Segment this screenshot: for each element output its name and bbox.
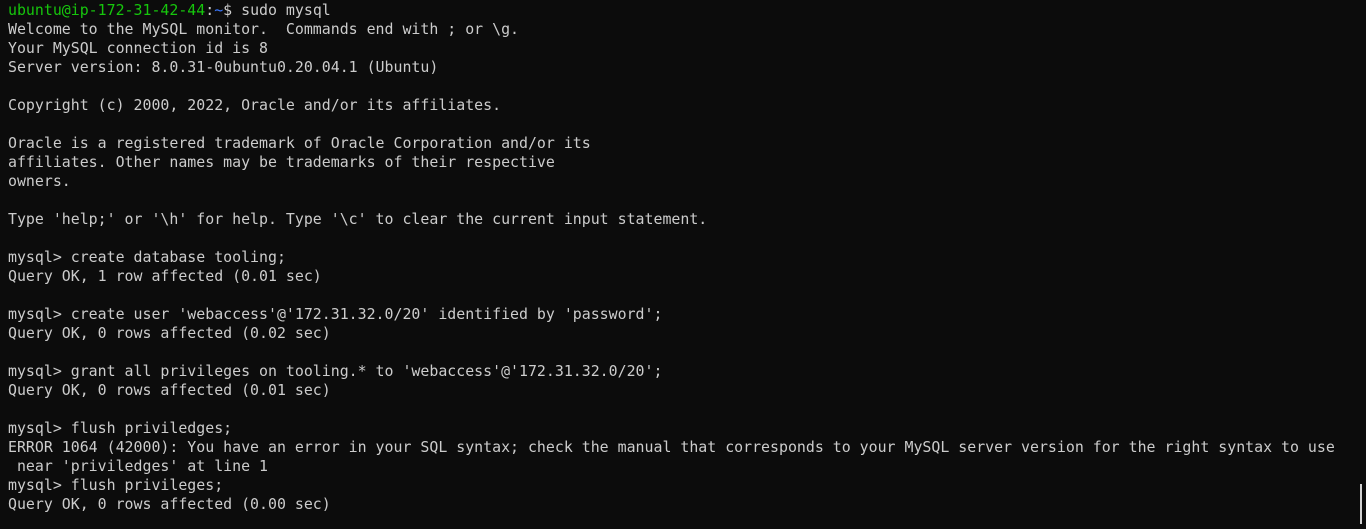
query-result-line: Query OK, 0 rows affected (0.01 sec) [8, 381, 331, 399]
prompt-separator: : [205, 1, 215, 19]
error-line: near 'priviledges' at line 1 [8, 457, 268, 475]
mysql-command-line: mysql> grant all privileges on tooling.*… [8, 362, 663, 380]
scrollbar-thumb[interactable] [1360, 484, 1362, 524]
prompt-symbol: $ [223, 1, 233, 19]
terminal-output: Welcome to the MySQL monitor. Commands e… [8, 20, 1366, 514]
prompt-path: ~ [214, 1, 224, 19]
query-result-line: Query OK, 0 rows affected (0.00 sec) [8, 495, 331, 513]
terminal-window[interactable]: ubuntu@ip-172-31-42-44:~$ sudo mysql Wel… [0, 0, 1366, 529]
query-result-line: Query OK, 1 row affected (0.01 sec) [8, 267, 322, 285]
output-line: Your MySQL connection id is 8 [8, 39, 268, 57]
prompt-user-host: ubuntu@ip-172-31-42-44 [8, 1, 206, 19]
output-line: affiliates. Other names may be trademark… [8, 153, 555, 171]
error-line: ERROR 1064 (42000): You have an error in… [8, 438, 1335, 456]
shell-prompt-line: ubuntu@ip-172-31-42-44:~$ sudo mysql [8, 1, 1366, 20]
mysql-command-line: mysql> create user 'webaccess'@'172.31.3… [8, 305, 663, 323]
mysql-command-line: mysql> flush privileges; [8, 476, 224, 494]
output-line: owners. [8, 172, 71, 190]
mysql-command-line: mysql> flush priviledges; [8, 419, 233, 437]
output-line: Type 'help;' or '\h' for help. Type '\c'… [8, 210, 708, 228]
output-line: Copyright (c) 2000, 2022, Oracle and/or … [8, 96, 502, 114]
query-result-line: Query OK, 0 rows affected (0.02 sec) [8, 324, 331, 342]
output-line: Server version: 8.0.31-0ubuntu0.20.04.1 … [8, 58, 439, 76]
mysql-command-line: mysql> create database tooling; [8, 248, 286, 266]
output-line: Welcome to the MySQL monitor. Commands e… [8, 20, 520, 38]
prompt-command: sudo mysql [232, 1, 331, 19]
output-line: Oracle is a registered trademark of Orac… [8, 134, 591, 152]
